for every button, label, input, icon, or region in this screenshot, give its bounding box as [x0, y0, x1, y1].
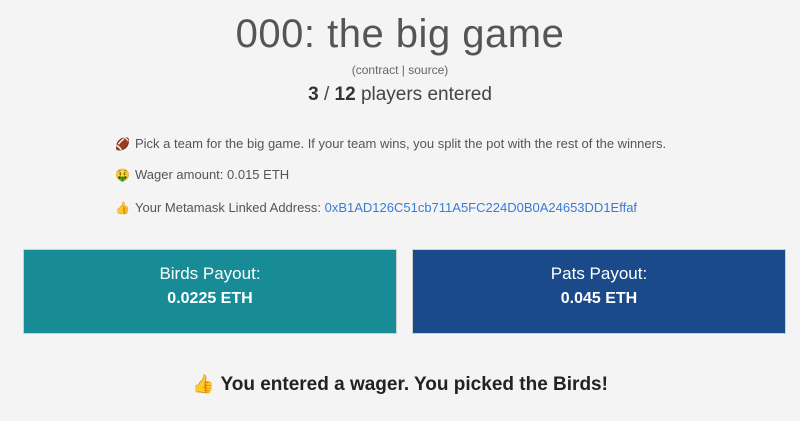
- football-icon: 🏈: [115, 137, 130, 151]
- money-face-icon: 🤑: [115, 168, 130, 182]
- pats-payout-label: Pats Payout:: [550, 264, 648, 283]
- wager-result-message: 👍 You entered a wager. You picked the Bir…: [0, 374, 800, 396]
- players-entered-count: 3: [308, 84, 319, 105]
- source-link[interactable]: source: [408, 63, 444, 77]
- birds-payout-card: Birds Payout: 0.0225 ETH: [23, 249, 397, 334]
- players-divider: /: [323, 84, 330, 105]
- pick-team-info: 🏈 Pick a team for the big game. If your t…: [115, 136, 666, 151]
- metamask-address-link[interactable]: 0xB1AD126C51cb711A5FC224D0B0A24653DD1Eff…: [325, 200, 637, 215]
- wager-amount-text: Wager amount: 0.015 ETH: [135, 167, 290, 182]
- link-separator: |: [401, 63, 405, 77]
- birds-payout-label: Birds Payout:: [159, 264, 261, 283]
- page: 000: the big game (contract | source) 3 …: [0, 0, 800, 421]
- wager-info: 🤑 Wager amount: 0.015 ETH: [115, 167, 289, 182]
- pick-team-text: Pick a team for the big game. If your te…: [135, 136, 667, 151]
- players-entered: 3 / 12 players entered: [0, 84, 800, 106]
- pats-payout-card: Pats Payout: 0.045 ETH: [412, 249, 786, 334]
- contract-link[interactable]: contract: [356, 63, 399, 77]
- birds-payout-amount: 0.0225 ETH: [167, 290, 253, 307]
- thumbs-up-icon: 👍: [115, 201, 130, 215]
- paren-close: ): [444, 63, 449, 77]
- pats-payout-amount: 0.045 ETH: [560, 290, 638, 307]
- address-label: Your Metamask Linked Address:: [135, 200, 321, 215]
- contract-source-links: (contract | source): [0, 63, 800, 77]
- address-info: 👍 Your Metamask Linked Address: 0xB1AD126…: [115, 200, 637, 215]
- wager-result-text: You entered a wager. You picked the Bird…: [220, 374, 608, 395]
- players-total-count: 12: [334, 84, 356, 105]
- page-title: 000: the big game: [235, 12, 565, 56]
- thumbs-up-icon: 👍: [192, 374, 215, 394]
- players-suffix: players entered: [360, 84, 492, 105]
